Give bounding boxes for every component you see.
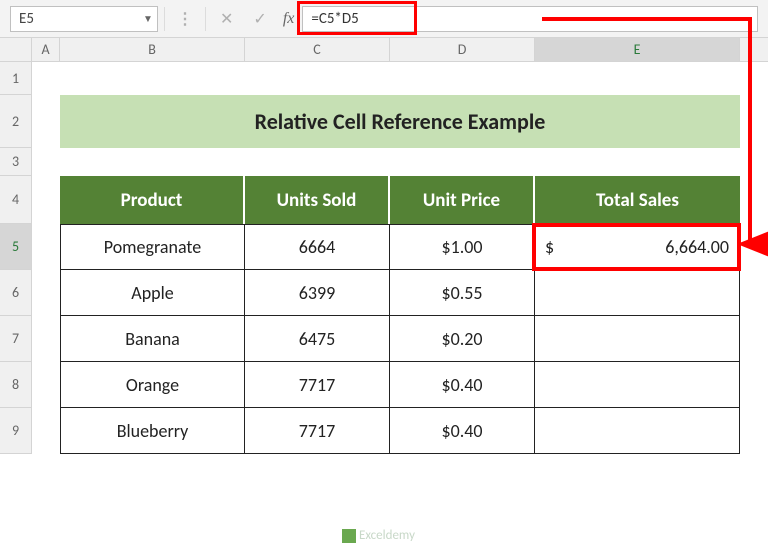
- formula-text: =C5*D5: [311, 10, 358, 28]
- cell-unit-price[interactable]: $0.40: [390, 408, 535, 454]
- table-header-row: Product Units Sold Unit Price Total Sale…: [60, 176, 740, 224]
- cell-total-sales[interactable]: [535, 408, 740, 454]
- formula-bar[interactable]: =C5*D5: [302, 6, 758, 32]
- cell-units-sold[interactable]: 6399: [245, 270, 390, 316]
- row-headers: 1 2 3 4 5 6 7 8 9: [0, 62, 32, 454]
- watermark-text: Exceldemy: [359, 528, 415, 543]
- row-header-6[interactable]: 6: [0, 270, 32, 316]
- column-header-A[interactable]: A: [32, 38, 60, 61]
- cell-units-sold[interactable]: 7717: [245, 408, 390, 454]
- header-unit-price: Unit Price: [390, 176, 535, 224]
- watermark: Exceldemy: [342, 528, 415, 543]
- table-row: Orange7717$0.40: [60, 362, 740, 408]
- cell-product[interactable]: Apple: [60, 270, 245, 316]
- header-total-sales: Total Sales: [535, 176, 740, 224]
- range-colon-icon: ⋮: [171, 9, 199, 29]
- column-header-D[interactable]: D: [390, 38, 535, 61]
- column-header-B[interactable]: B: [60, 38, 245, 61]
- column-header-E[interactable]: E: [535, 38, 740, 61]
- column-headers: A B C D E: [0, 38, 768, 62]
- cell-total-sales[interactable]: [535, 270, 740, 316]
- select-all-corner[interactable]: [0, 38, 32, 61]
- cell-total-sales[interactable]: $6,664.00: [535, 224, 740, 270]
- grid-body: 1 2 3 4 5 6 7 8 9 Relative Cell Referenc…: [0, 62, 768, 454]
- formula-actions: ✕ ✓ fx: [212, 9, 302, 29]
- chevron-down-icon[interactable]: ▼: [139, 12, 157, 25]
- cell-unit-price[interactable]: $0.55: [390, 270, 535, 316]
- table-row: Banana6475$0.20: [60, 316, 740, 362]
- row-header-5[interactable]: 5: [0, 224, 32, 270]
- cell-unit-price[interactable]: $0.20: [390, 316, 535, 362]
- cell-units-sold[interactable]: 6664: [245, 224, 390, 270]
- name-box[interactable]: E5 ▼: [10, 6, 158, 32]
- cell-product[interactable]: Orange: [60, 362, 245, 408]
- cell-units-sold[interactable]: 6475: [245, 316, 390, 362]
- namebox-group: E5 ▼: [0, 0, 158, 37]
- cell-product[interactable]: Banana: [60, 316, 245, 362]
- table-row: Blueberry7717$0.40: [60, 408, 740, 454]
- header-product: Product: [60, 176, 245, 224]
- row-header-8[interactable]: 8: [0, 362, 32, 408]
- table-row: Pomegranate6664$1.00$6,664.00: [60, 224, 740, 270]
- watermark-logo-icon: [342, 529, 356, 543]
- table-row: Apple6399$0.55: [60, 270, 740, 316]
- header-units-sold: Units Sold: [245, 176, 390, 224]
- cell-unit-price[interactable]: $1.00: [390, 224, 535, 270]
- cells-area[interactable]: Relative Cell Reference Example Product …: [32, 62, 768, 454]
- column-header-C[interactable]: C: [245, 38, 390, 61]
- row-header-1[interactable]: 1: [0, 62, 32, 95]
- table-body: Pomegranate6664$1.00$6,664.00Apple6399$0…: [60, 224, 740, 454]
- sheet-title: Relative Cell Reference Example: [60, 95, 740, 148]
- cell-product[interactable]: Pomegranate: [60, 224, 245, 270]
- cell-total-sales[interactable]: [535, 316, 740, 362]
- cancel-icon[interactable]: ✕: [212, 9, 241, 29]
- row-header-9[interactable]: 9: [0, 408, 32, 454]
- divider: [164, 7, 165, 31]
- cell-units-sold[interactable]: 7717: [245, 362, 390, 408]
- row-header-2[interactable]: 2: [0, 95, 32, 148]
- enter-icon[interactable]: ✓: [245, 9, 274, 29]
- row-header-3[interactable]: 3: [0, 148, 32, 176]
- cell-product[interactable]: Blueberry: [60, 408, 245, 454]
- cell-unit-price[interactable]: $0.40: [390, 362, 535, 408]
- row-header-4[interactable]: 4: [0, 176, 32, 224]
- cell-total-sales[interactable]: [535, 362, 740, 408]
- name-box-value: E5: [11, 10, 139, 28]
- row-header-7[interactable]: 7: [0, 316, 32, 362]
- formula-toolbar: E5 ▼ ⋮ ✕ ✓ fx =C5*D5: [0, 0, 768, 38]
- data-table: Product Units Sold Unit Price Total Sale…: [60, 176, 740, 454]
- divider: [205, 7, 206, 31]
- fx-icon[interactable]: fx: [279, 10, 303, 28]
